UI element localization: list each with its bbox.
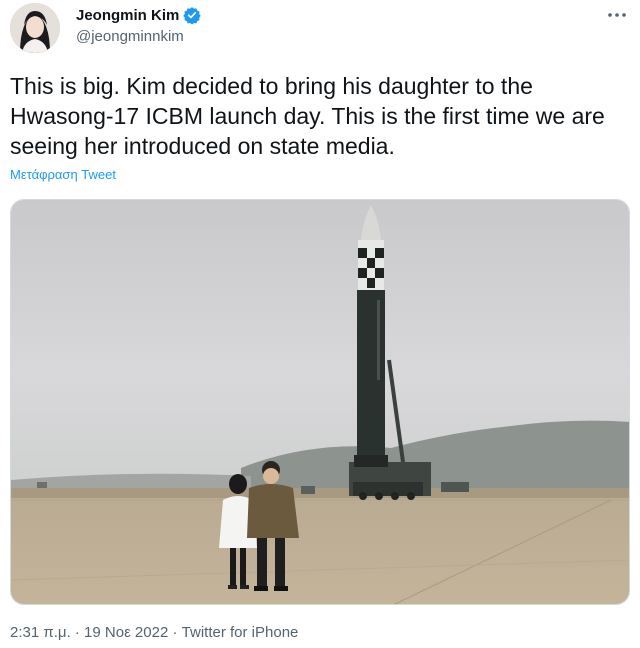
tweet: Jeongmin Kim @jeongminnkim This is big. … (0, 0, 640, 648)
tweet-media-photo[interactable] (10, 199, 630, 605)
meta-separator: · (168, 624, 182, 641)
translate-tweet-link[interactable]: Μετάφραση Tweet (10, 167, 116, 182)
tweet-date[interactable]: 19 Νοε 2022 (84, 624, 168, 641)
tweet-meta: 2:31 π.μ. · 19 Νοε 2022 · Twitter for iP… (10, 624, 298, 641)
display-name[interactable]: Jeongmin Kim (76, 7, 179, 24)
meta-separator: · (70, 624, 85, 641)
tweet-text: This is big. Kim decided to bring his da… (10, 73, 605, 159)
tweet-source[interactable]: Twitter for iPhone (182, 624, 299, 641)
tweet-time[interactable]: 2:31 π.μ. (10, 624, 71, 641)
more-horizontal-icon[interactable] (606, 4, 628, 26)
avatar[interactable] (10, 3, 60, 53)
verified-badge-icon (183, 6, 202, 25)
avatar-photo (10, 3, 60, 53)
author-row: Jeongmin Kim (76, 6, 202, 25)
author-handle[interactable]: @jeongminnkim (76, 28, 184, 45)
